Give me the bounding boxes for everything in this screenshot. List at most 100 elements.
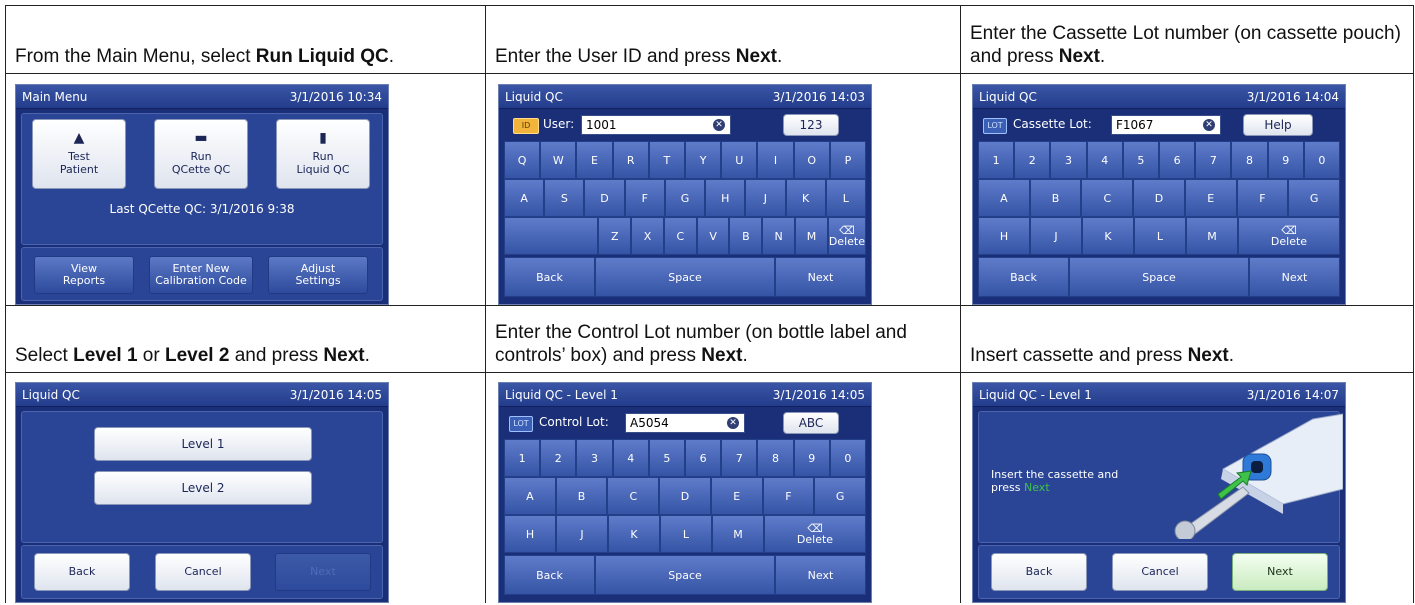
key[interactable]: 2: [540, 439, 577, 477]
key[interactable]: 6: [1159, 141, 1196, 179]
delete-key[interactable]: ⌫ Delete: [827, 217, 866, 255]
key[interactable]: J: [745, 179, 786, 217]
key[interactable]: N: [762, 217, 796, 255]
key[interactable]: A: [978, 179, 1030, 217]
key[interactable]: 0: [1303, 141, 1341, 179]
key[interactable]: E: [710, 477, 763, 515]
key[interactable]: 4: [612, 439, 649, 477]
level-2-button[interactable]: Level 2: [94, 471, 312, 505]
clear-icon[interactable]: ✕: [1203, 119, 1215, 131]
key[interactable]: L: [825, 179, 866, 217]
key[interactable]: 0: [829, 439, 867, 477]
key[interactable]: V: [696, 217, 730, 255]
key[interactable]: F: [1236, 179, 1289, 217]
key[interactable]: T: [648, 141, 686, 179]
clear-icon[interactable]: ✕: [713, 119, 725, 131]
key[interactable]: K: [608, 515, 660, 553]
space-key[interactable]: Space: [1069, 257, 1249, 297]
next-button[interactable]: Next: [775, 555, 866, 595]
key[interactable]: E: [576, 141, 613, 179]
key[interactable]: P: [829, 141, 867, 179]
key[interactable]: 4: [1086, 141, 1123, 179]
key[interactable]: H: [705, 179, 746, 217]
enter-calibration-code-button[interactable]: Enter New Calibration Code: [149, 256, 253, 294]
key[interactable]: 7: [721, 439, 758, 477]
key[interactable]: M: [795, 217, 828, 255]
key[interactable]: B: [729, 217, 763, 255]
key[interactable]: M: [1186, 217, 1238, 255]
key[interactable]: 1: [978, 141, 1015, 179]
back-button[interactable]: Back: [504, 257, 595, 297]
key[interactable]: 5: [648, 439, 686, 477]
key[interactable]: U: [721, 141, 758, 179]
key[interactable]: 2: [1014, 141, 1051, 179]
key[interactable]: B: [555, 477, 608, 515]
back-button[interactable]: Back: [34, 553, 130, 591]
key[interactable]: F: [624, 179, 665, 217]
cassette-lot-input[interactable]: F1067 ✕: [1111, 115, 1221, 135]
key[interactable]: D: [659, 477, 711, 515]
key[interactable]: J: [556, 515, 608, 553]
key[interactable]: D: [584, 179, 625, 217]
key[interactable]: H: [978, 217, 1030, 255]
key[interactable]: 8: [757, 439, 794, 477]
next-button[interactable]: Next: [775, 257, 866, 297]
numeric-mode-button[interactable]: 123: [783, 114, 839, 136]
key[interactable]: L: [660, 515, 712, 553]
key[interactable]: R: [612, 141, 649, 179]
key[interactable]: G: [1288, 179, 1341, 217]
key[interactable]: L: [1134, 217, 1186, 255]
space-key[interactable]: Space: [595, 257, 775, 297]
key[interactable]: H: [504, 515, 556, 553]
space-key[interactable]: Space: [595, 555, 775, 595]
view-reports-button[interactable]: View Reports: [34, 256, 134, 294]
key[interactable]: I: [757, 141, 794, 179]
test-patient-button[interactable]: ▲ Test Patient: [32, 119, 126, 189]
control-lot-input[interactable]: A5054 ✕: [625, 413, 745, 433]
key[interactable]: K: [785, 179, 826, 217]
delete-key[interactable]: ⌫ Delete: [1238, 217, 1340, 255]
back-button[interactable]: Back: [991, 553, 1087, 591]
key[interactable]: C: [1081, 179, 1134, 217]
key[interactable]: 3: [1050, 141, 1087, 179]
key[interactable]: Y: [685, 141, 722, 179]
key[interactable]: C: [607, 477, 660, 515]
key[interactable]: 7: [1195, 141, 1232, 179]
key[interactable]: 6: [685, 439, 722, 477]
clear-icon[interactable]: ✕: [727, 417, 739, 429]
back-button[interactable]: Back: [978, 257, 1069, 297]
key[interactable]: M: [712, 515, 764, 553]
next-button[interactable]: Next: [1249, 257, 1340, 297]
run-qcette-qc-button[interactable]: ▬ Run QCette QC: [154, 119, 248, 189]
key[interactable]: 8: [1231, 141, 1268, 179]
adjust-settings-button[interactable]: Adjust Settings: [268, 256, 368, 294]
cancel-button[interactable]: Cancel: [1112, 553, 1208, 591]
key[interactable]: C: [663, 217, 697, 255]
key[interactable]: K: [1082, 217, 1134, 255]
key[interactable]: D: [1133, 179, 1185, 217]
key[interactable]: A: [504, 179, 545, 217]
key[interactable]: G: [664, 179, 706, 217]
alpha-mode-button[interactable]: ABC: [783, 412, 839, 434]
level-1-button[interactable]: Level 1: [94, 427, 312, 461]
key[interactable]: 5: [1122, 141, 1160, 179]
key[interactable]: X: [631, 217, 664, 255]
next-button[interactable]: Next: [1232, 553, 1328, 591]
key[interactable]: B: [1029, 179, 1082, 217]
key[interactable]: 3: [576, 439, 613, 477]
cancel-button[interactable]: Cancel: [155, 553, 251, 591]
user-id-input[interactable]: 1001 ✕: [581, 115, 731, 135]
key[interactable]: 9: [793, 439, 830, 477]
help-button[interactable]: Help: [1243, 114, 1313, 136]
back-button[interactable]: Back: [504, 555, 595, 595]
key[interactable]: 9: [1267, 141, 1304, 179]
key[interactable]: Z: [598, 217, 632, 255]
key[interactable]: W: [540, 141, 577, 179]
delete-key[interactable]: ⌫ Delete: [764, 515, 866, 553]
key[interactable]: O: [793, 141, 830, 179]
key[interactable]: J: [1030, 217, 1082, 255]
key[interactable]: G: [814, 477, 867, 515]
key[interactable]: Q: [504, 141, 541, 179]
key[interactable]: 1: [504, 439, 541, 477]
key[interactable]: E: [1184, 179, 1237, 217]
